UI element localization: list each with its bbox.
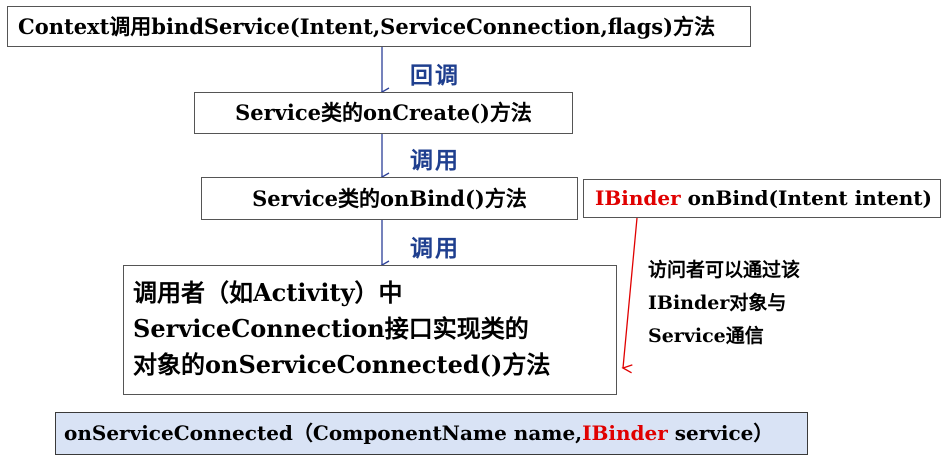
note-line-3: Service通信 xyxy=(648,325,764,347)
onbind-signature-box: IBinder onBind(Intent intent) xyxy=(583,179,941,218)
connected-signature-prefix: onServiceConnected（ComponentName name, xyxy=(64,421,583,445)
step2-oncreate-box: Service类的onCreate()方法 xyxy=(194,92,573,134)
ibinder-note: 访问者可以通过该 IBinder对象与 Service通信 xyxy=(648,254,800,353)
link1-callback-label: 回调 xyxy=(410,62,460,89)
onbind-return-type: IBinder xyxy=(595,186,681,210)
step4-line-1: 调用者（如Activity）中 xyxy=(133,278,403,307)
step4-onserviceconnected-box: 调用者（如Activity）中 ServiceConnection接口实现类的 … xyxy=(123,265,617,395)
step3-onbind-box: Service类的onBind()方法 xyxy=(201,177,578,220)
arrow-ibinder-to-caller xyxy=(621,217,638,374)
link2-call-label: 调用 xyxy=(410,147,460,174)
onbind-signature-rest: onBind(Intent intent) xyxy=(680,186,932,210)
note-line-2: IBinder对象与 xyxy=(648,292,787,314)
step1-bindservice-box: Context调用bindService(Intent,ServiceConne… xyxy=(7,6,751,47)
connected-signature-suffix: service） xyxy=(667,421,774,445)
onserviceconnected-signature-box: onServiceConnected（ComponentName name,IB… xyxy=(55,412,808,455)
connector-layer xyxy=(380,47,638,374)
link3-call-label: 调用 xyxy=(410,235,460,262)
step4-line-3: 对象的onServiceConnected()方法 xyxy=(133,350,551,379)
note-line-1: 访问者可以通过该 xyxy=(648,259,801,281)
step4-line-2: ServiceConnection接口实现类的 xyxy=(133,314,529,343)
connected-signature-ibinder: IBinder xyxy=(582,421,668,445)
